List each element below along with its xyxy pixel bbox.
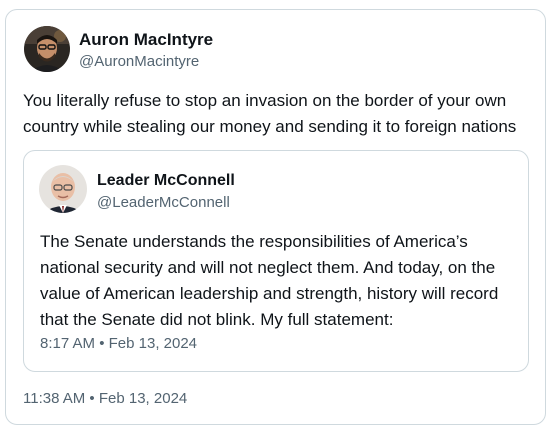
quoted-author-avatar[interactable] — [39, 165, 87, 213]
quoted-author-name[interactable]: Leader McConnell — [97, 172, 235, 190]
author-avatar-image — [24, 26, 70, 72]
quoted-tweet-text: The Senate understands the responsibilit… — [40, 232, 499, 329]
quoted-author-avatar-image — [39, 165, 87, 213]
quoted-tweet-card[interactable]: Leader McConnell @LeaderMcConnell The Se… — [23, 150, 529, 372]
tweet-text: You literally refuse to stop an invasion… — [23, 91, 517, 136]
quoted-author-handle[interactable]: @LeaderMcConnell — [97, 194, 230, 211]
author-avatar[interactable] — [24, 26, 70, 72]
tweet-card[interactable]: Auron MacIntyre @AuronMacintyre You lite… — [5, 9, 546, 425]
quoted-tweet-timestamp[interactable]: 8:17 AM • Feb 13, 2024 — [40, 335, 197, 352]
tweet-timestamp[interactable]: 11:38 AM • Feb 13, 2024 — [23, 390, 187, 407]
author-handle[interactable]: @AuronMacintyre — [79, 53, 199, 70]
author-name[interactable]: Auron MacIntyre — [79, 30, 213, 50]
